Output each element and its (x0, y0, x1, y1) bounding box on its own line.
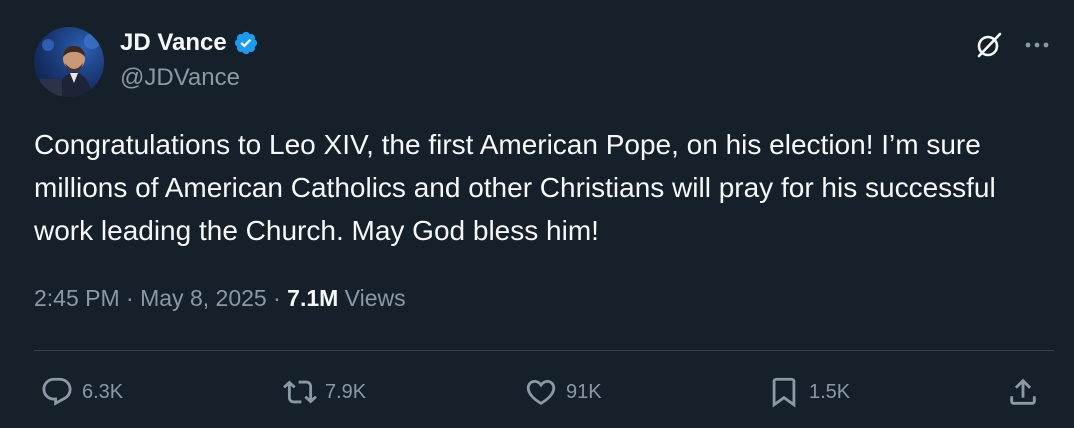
repost-button[interactable]: 7.9K (283, 372, 366, 412)
bookmark-button[interactable]: 1.5K (767, 372, 850, 412)
meta-separator: · (266, 285, 288, 311)
grok-icon[interactable] (974, 30, 1004, 60)
meta-separator: · (119, 285, 141, 311)
views-count: 7.1M (287, 285, 339, 311)
tweet-date[interactable]: May 8, 2025 (140, 285, 267, 312)
more-options-icon[interactable] (1020, 30, 1054, 60)
avatar[interactable] (34, 27, 104, 97)
repost-icon (283, 380, 317, 404)
tweet-text: Congratulations to Leo XIV, the first Am… (34, 129, 996, 246)
tweet-meta: 2:45 PM · May 8, 2025 · 7.1M Views (34, 285, 406, 312)
reply-count: 6.3K (82, 380, 124, 403)
bookmark-count: 1.5K (809, 380, 851, 403)
reply-button[interactable]: 6.3K (40, 372, 123, 412)
heart-icon (526, 379, 556, 405)
repost-count: 7.9K (325, 380, 367, 403)
author-name-row: JD Vance (120, 28, 259, 58)
tweet-time[interactable]: 2:45 PM (34, 285, 120, 312)
views-label: Views (338, 285, 406, 311)
share-button[interactable] (1006, 372, 1048, 412)
divider (34, 350, 1054, 351)
like-button[interactable]: 91K (524, 372, 602, 412)
author-display-name[interactable]: JD Vance (120, 29, 227, 57)
bookmark-icon (772, 377, 796, 408)
like-count: 91K (566, 380, 602, 403)
tweet-card: JD Vance @JDVance Congratulations to Leo… (0, 0, 1074, 428)
reply-icon (42, 377, 72, 406)
author-handle[interactable]: @JDVance (120, 64, 240, 92)
share-icon (1010, 378, 1036, 405)
verified-badge-icon[interactable] (233, 30, 259, 56)
